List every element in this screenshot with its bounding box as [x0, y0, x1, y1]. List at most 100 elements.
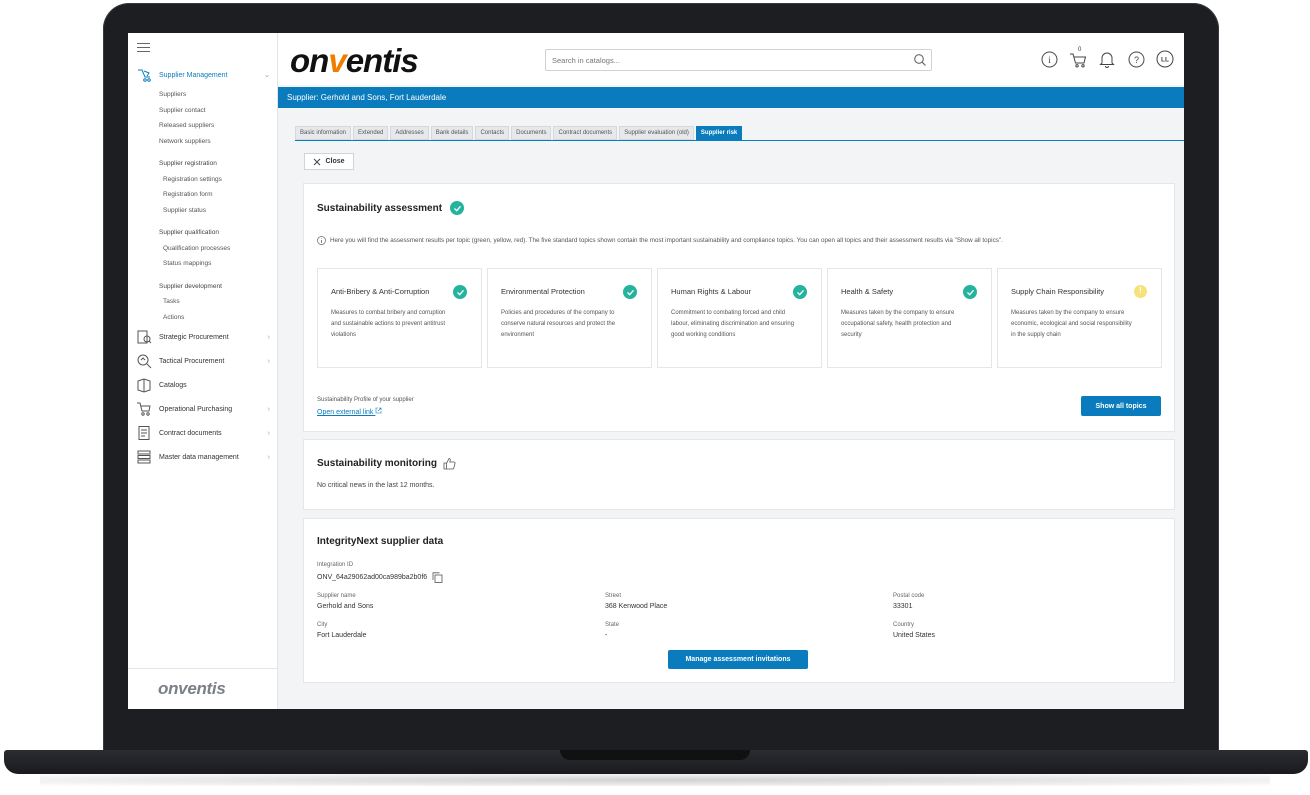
- status-green-icon: [623, 285, 637, 299]
- catalogs-icon: [135, 377, 152, 394]
- tab-documents[interactable]: Documents: [511, 126, 552, 140]
- sidebar-item-status-mappings[interactable]: Status mappings: [128, 256, 278, 272]
- assessment-title-row: Sustainability assessment: [317, 201, 465, 215]
- tab-underline: [295, 140, 1184, 141]
- tab-extended[interactable]: Extended: [353, 126, 389, 140]
- open-external-link[interactable]: Open external link: [317, 407, 382, 416]
- search-input[interactable]: [546, 50, 896, 71]
- topic-title: Anti-Bribery & Anti-Corruption: [331, 287, 430, 296]
- sidebar-item-registration-settings[interactable]: Registration settings: [128, 172, 278, 188]
- sidebar-item-catalogs[interactable]: Catalogs: [128, 373, 278, 397]
- sustainability-monitoring-card: Sustainability monitoring No critical ne…: [303, 439, 1175, 510]
- check-circle-icon: [450, 201, 465, 215]
- sidebar-item-master-data-management[interactable]: Master data management ›: [128, 445, 278, 469]
- chevron-down-icon: ⌄: [264, 72, 270, 79]
- sidebar-footer-logo: onventis: [158, 679, 226, 698]
- integration-id-value: ONV_64a29062ad00ca989ba2b0f6: [317, 574, 428, 581]
- help-icon[interactable]: ?: [1127, 50, 1145, 68]
- sidebar-group-supplier-development[interactable]: Supplier development: [128, 279, 278, 295]
- chevron-right-icon: ›: [267, 405, 270, 413]
- street-label: Street: [605, 593, 622, 599]
- contract-documents-icon: [135, 425, 152, 442]
- tab-bank-details[interactable]: Bank details: [430, 126, 474, 140]
- topic-card-supply-chain[interactable]: Supply Chain Responsibility Measures tak…: [997, 268, 1162, 368]
- laptop-shadow: [40, 774, 1270, 786]
- topic-card-environmental-protection[interactable]: Environmental Protection Policies and pr…: [487, 268, 652, 368]
- sidebar-group-supplier-qualification[interactable]: Supplier qualification: [128, 225, 278, 241]
- sidebar-item-tasks[interactable]: Tasks: [128, 294, 278, 310]
- state-label: State: [605, 622, 620, 628]
- cart-icon[interactable]: 0: [1069, 47, 1087, 68]
- tab-bar: Basic information Extended Addresses Ban…: [295, 126, 743, 140]
- page-title: Supplier: Gerhold and Sons, Fort Lauderd…: [278, 87, 1184, 108]
- sidebar-item-label: Master data management: [159, 453, 239, 461]
- app-screen: Supplier Management ⌄ Suppliers Supplier…: [128, 33, 1184, 709]
- catalog-search: [545, 49, 932, 71]
- sidebar-item-supplier-contact[interactable]: Supplier contact: [128, 103, 278, 119]
- manage-assessment-invitations-button[interactable]: Manage assessment invitations: [668, 650, 808, 669]
- tab-addresses[interactable]: Addresses: [390, 126, 429, 140]
- info-icon[interactable]: i: [1040, 50, 1058, 68]
- topic-title: Human Rights & Labour: [671, 287, 752, 296]
- sidebar-item-strategic-procurement[interactable]: Strategic Procurement ›: [128, 325, 278, 349]
- sidebar-group-supplier-registration[interactable]: Supplier registration: [128, 156, 278, 172]
- sidebar-item-suppliers[interactable]: Suppliers: [128, 87, 278, 103]
- topic-title: Environmental Protection: [501, 287, 585, 296]
- sidebar-item-label: Catalogs: [159, 381, 187, 389]
- sidebar-item-contract-documents[interactable]: Contract documents ›: [128, 421, 278, 445]
- integration-id-label: Integration ID: [317, 562, 354, 568]
- supplier-name-label: Supplier name: [317, 593, 356, 599]
- tactical-procurement-icon: [135, 353, 152, 370]
- sidebar-nav: Supplier Management ⌄ Suppliers Supplier…: [128, 63, 278, 469]
- sidebar: Supplier Management ⌄ Suppliers Supplier…: [128, 33, 278, 709]
- sidebar-item-registration-form[interactable]: Registration form: [128, 187, 278, 203]
- sidebar-item-operational-purchasing[interactable]: Operational Purchasing ›: [128, 397, 278, 421]
- city-label: City: [317, 622, 328, 628]
- main-content: Basic information Extended Addresses Ban…: [278, 108, 1184, 709]
- topic-card-anti-bribery[interactable]: Anti-Bribery & Anti-Corruption Measures …: [317, 268, 482, 368]
- sidebar-item-label: Supplier Management: [159, 71, 228, 79]
- tab-supplier-risk[interactable]: Supplier risk: [695, 126, 743, 140]
- onventis-logo[interactable]: onventis: [290, 42, 419, 80]
- sidebar-item-network-suppliers[interactable]: Network suppliers: [128, 134, 278, 150]
- chevron-right-icon: ›: [267, 357, 270, 365]
- sidebar-item-released-suppliers[interactable]: Released suppliers: [128, 118, 278, 134]
- copy-icon[interactable]: [432, 572, 443, 583]
- topic-description: Policies and procedures of the company t…: [501, 310, 616, 338]
- top-bar: onventis i 0 ? LL: [278, 33, 1184, 85]
- sidebar-item-supplier-status[interactable]: Supplier status: [128, 203, 278, 219]
- sidebar-item-actions[interactable]: Actions: [128, 310, 278, 326]
- tab-contacts[interactable]: Contacts: [475, 126, 510, 140]
- sidebar-item-label: Tactical Procurement: [159, 357, 225, 365]
- city-value: Fort Lauderdale: [317, 632, 367, 639]
- search-icon[interactable]: [913, 53, 927, 72]
- strategic-procurement-icon: [135, 329, 152, 346]
- show-all-topics-button[interactable]: Show all topics: [1081, 396, 1161, 416]
- sidebar-item-supplier-management[interactable]: Supplier Management ⌄: [128, 63, 278, 87]
- tab-contract-documents[interactable]: Contract documents: [553, 126, 618, 140]
- laptop-notch: [560, 750, 750, 760]
- external-link-icon: [376, 407, 382, 414]
- topic-card-human-rights[interactable]: Human Rights & Labour Commitment to comb…: [657, 268, 822, 368]
- topic-description: Measures taken by the company to ensure …: [841, 310, 955, 338]
- country-label: Country: [893, 622, 915, 628]
- hamburger-menu-icon[interactable]: [137, 43, 150, 52]
- sidebar-item-label: Operational Purchasing: [159, 405, 233, 413]
- tab-basic-information[interactable]: Basic information: [295, 126, 352, 140]
- topic-card-health-safety[interactable]: Health & Safety Measures taken by the co…: [827, 268, 992, 368]
- topic-description: Measures to combat bribery and corruptio…: [331, 310, 446, 338]
- integration-id-row: ONV_64a29062ad00ca989ba2b0f6: [317, 572, 443, 583]
- assessment-info-text: Here you will find the assessment result…: [330, 237, 1003, 244]
- status-green-icon: [453, 285, 467, 299]
- sidebar-item-qualification-processes[interactable]: Qualification processes: [128, 241, 278, 257]
- close-icon: [314, 158, 321, 165]
- topic-title: Health & Safety: [841, 287, 894, 296]
- close-button[interactable]: Close: [304, 153, 354, 170]
- tab-supplier-evaluation-old[interactable]: Supplier evaluation (old): [619, 126, 694, 140]
- integritynext-title: IntegrityNext supplier data: [317, 536, 444, 547]
- monitoring-title-row: Sustainability monitoring: [317, 457, 456, 470]
- user-avatar-icon[interactable]: LL: [1156, 50, 1174, 68]
- svg-text:i: i: [1048, 55, 1051, 65]
- sidebar-item-tactical-procurement[interactable]: Tactical Procurement ›: [128, 349, 278, 373]
- bell-icon[interactable]: [1098, 50, 1116, 68]
